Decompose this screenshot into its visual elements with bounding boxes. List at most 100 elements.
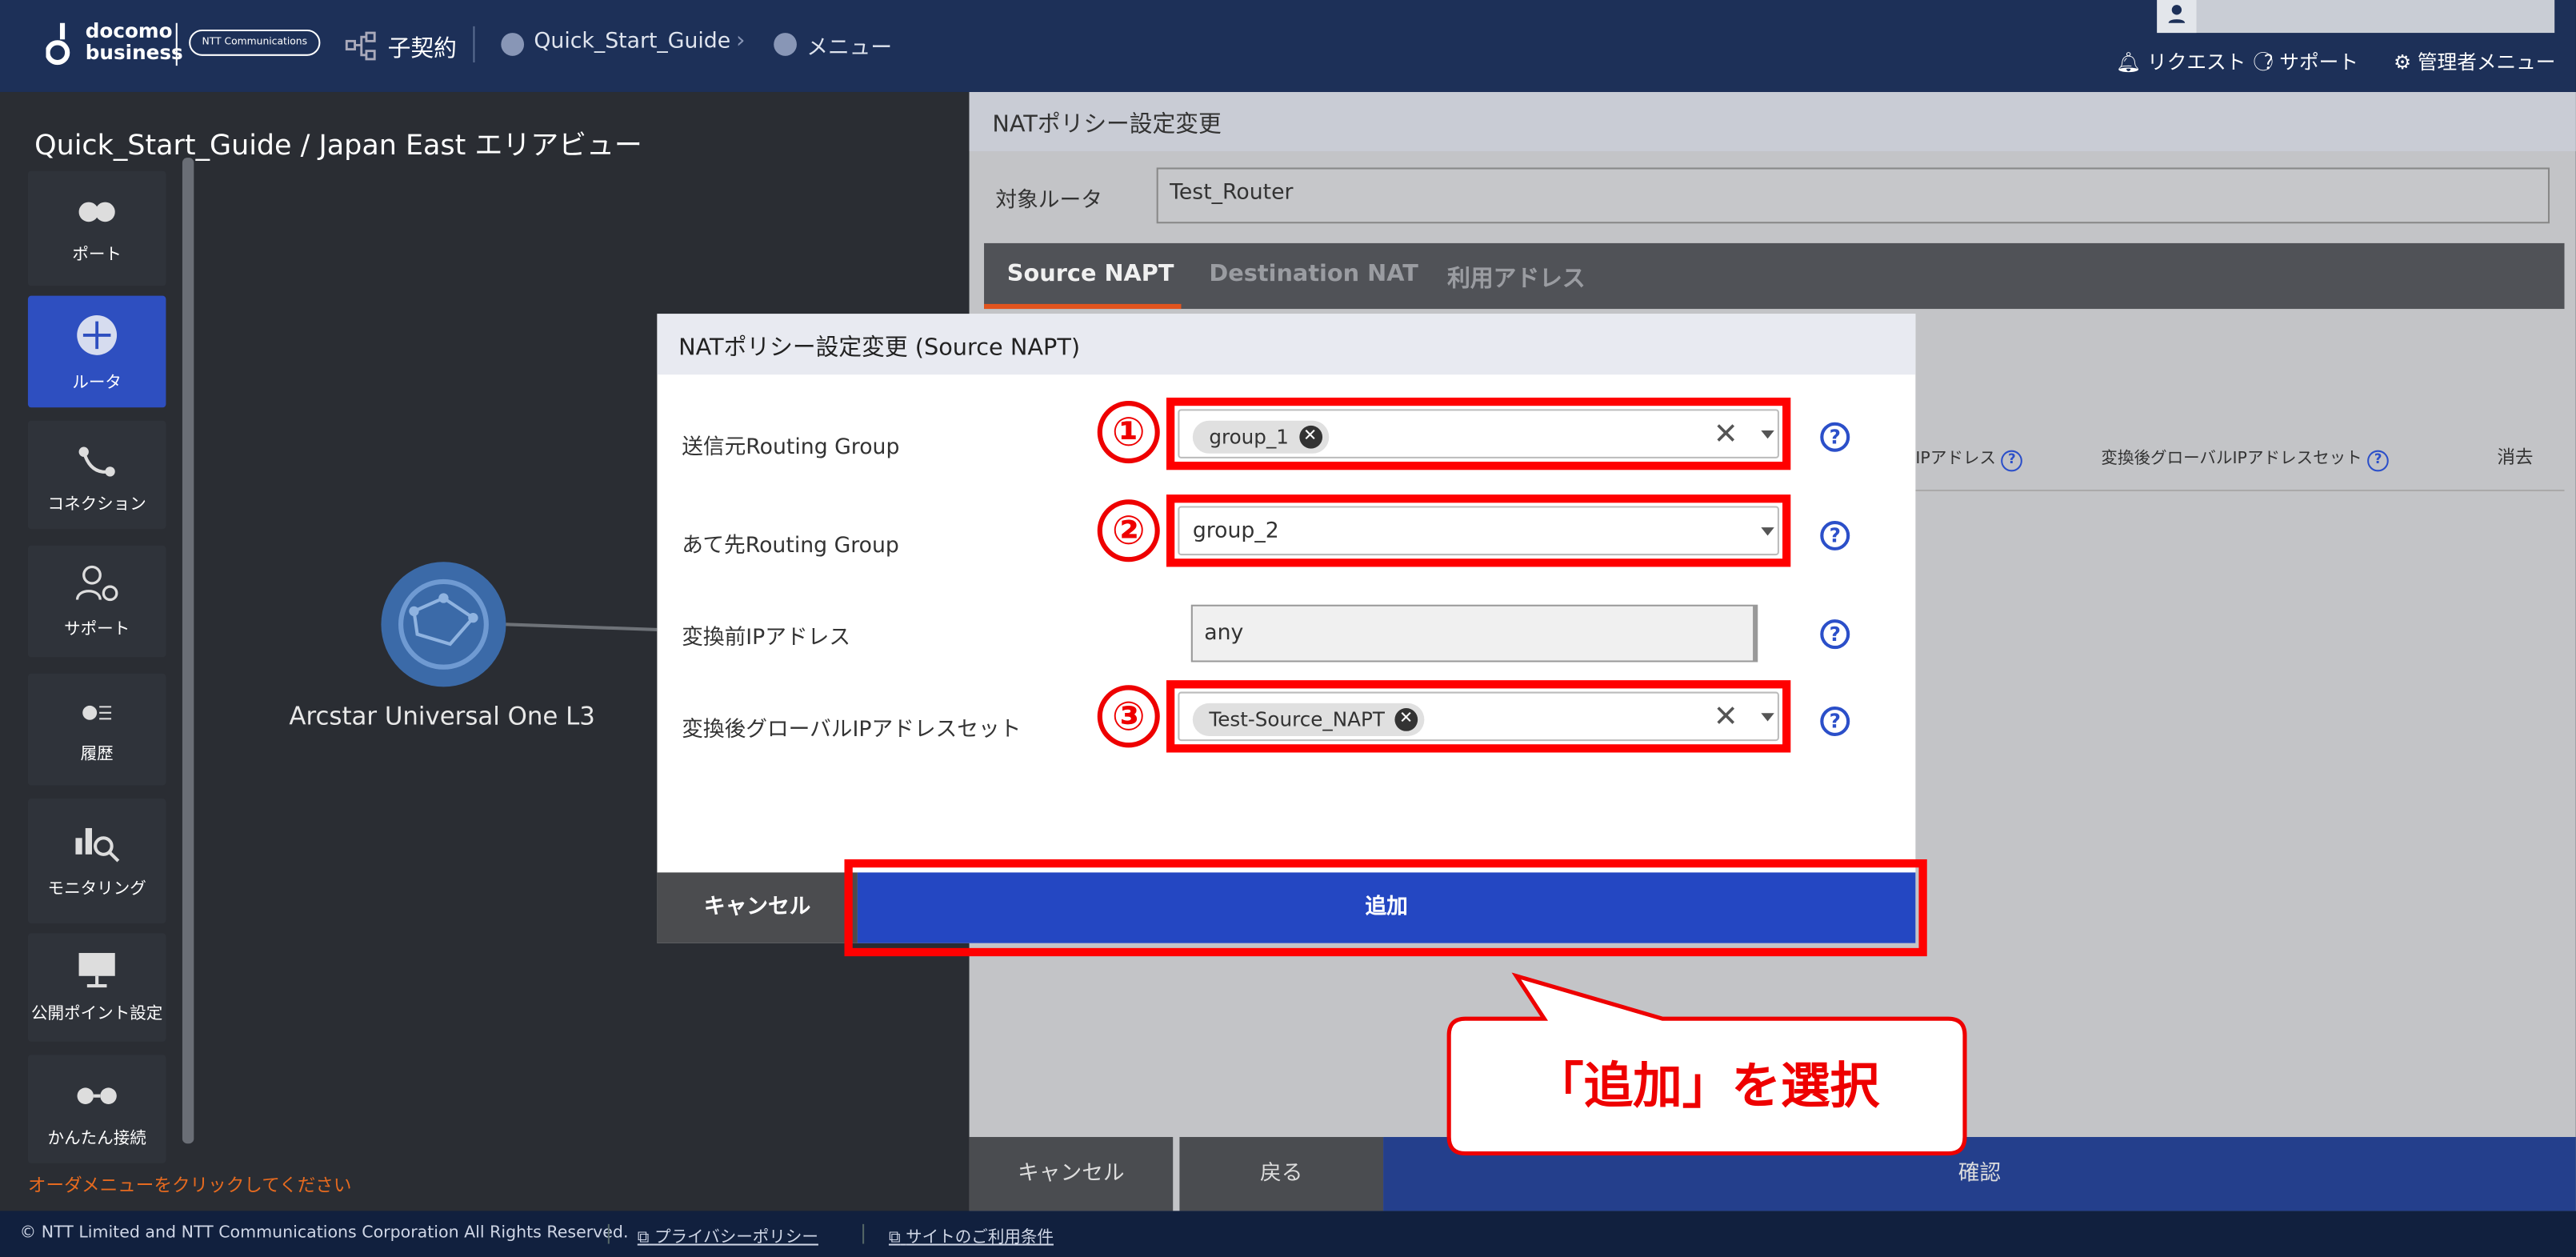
pre-ip-label: 変換前IPアドレス bbox=[682, 626, 851, 651]
help-icon[interactable]: ? bbox=[1820, 422, 1850, 452]
request-link[interactable]: 🔔︎ リクエスト bbox=[2116, 48, 2246, 76]
footer-divider bbox=[862, 1223, 865, 1244]
router-icon bbox=[77, 314, 118, 355]
gear-icon: ⚙ bbox=[2393, 50, 2412, 74]
nav-item-port[interactable]: ポート bbox=[27, 170, 166, 286]
help-icon[interactable]: ? bbox=[2001, 450, 2023, 472]
help-icon[interactable]: ? bbox=[1820, 619, 1850, 650]
port-icon bbox=[78, 202, 115, 222]
post-ip-set-select[interactable]: Test-Source_NAPT ✕ ✕ bbox=[1178, 691, 1779, 742]
source-group-label: 送信元Routing Group bbox=[682, 435, 900, 460]
header-divider bbox=[473, 26, 475, 63]
help-icon[interactable]: ? bbox=[2367, 450, 2389, 472]
help-circle-icon: ?⃝ bbox=[2263, 50, 2274, 74]
footer-divider bbox=[607, 1223, 610, 1244]
step-1-marker: ① bbox=[1097, 401, 1160, 464]
docomo-logo-icon bbox=[45, 20, 75, 70]
area-view-title: Quick_Start_Guide / Japan East エリアビュー bbox=[34, 130, 642, 163]
source-napt-dialog: NATポリシー設定変更 (Source NAPT) 送信元Routing Gro… bbox=[657, 314, 1916, 943]
panel-title: NATポリシー設定変更 bbox=[992, 111, 1222, 138]
nav-item-public-point[interactable]: 公開ポイント設定 bbox=[27, 933, 166, 1042]
chevron-circle-icon bbox=[501, 33, 525, 56]
tab-active-underline bbox=[984, 303, 1182, 310]
support-link[interactable]: ?⃝ サポート bbox=[2264, 48, 2358, 76]
table-divider bbox=[1915, 489, 2565, 491]
admin-menu-link[interactable]: ⚙ 管理者メニュー bbox=[2394, 48, 2555, 76]
breadcrumb-project[interactable]: Quick_Start_Guide bbox=[534, 30, 730, 54]
user-icon bbox=[2157, 0, 2197, 34]
dialog-title: NATポリシー設定変更 (Source NAPT) bbox=[678, 334, 1081, 362]
dropdown-arrow-icon[interactable] bbox=[1761, 527, 1774, 536]
ntt-logo: NTT Communications bbox=[189, 29, 321, 56]
logo-divider bbox=[175, 22, 178, 66]
col-header-global-set: 変換後グローバルIPアドレスセット ? bbox=[2101, 443, 2389, 472]
dest-group-value: group_2 bbox=[1192, 518, 1279, 544]
pre-ip-value: any bbox=[1204, 621, 1244, 647]
connection-line bbox=[506, 622, 658, 631]
l3-network-node[interactable] bbox=[381, 562, 506, 687]
col-header-delete: 消去 bbox=[2497, 446, 2534, 469]
sub-contract-icon bbox=[345, 31, 378, 61]
l3-node-label: Arcstar Universal One L3 bbox=[289, 701, 595, 731]
source-group-select[interactable]: group_1 ✕ ✕ bbox=[1178, 409, 1779, 458]
col-header-ip: IPアドレス ? bbox=[1915, 443, 2023, 472]
sub-contract-link[interactable]: 子契約 bbox=[388, 31, 457, 64]
easy-connect-icon bbox=[77, 1087, 117, 1104]
connection-icon bbox=[78, 446, 115, 477]
nav-item-monitoring[interactable]: モニタリング bbox=[27, 799, 166, 924]
support-icon bbox=[75, 565, 118, 602]
nav-item-support[interactable]: サポート bbox=[27, 545, 166, 658]
footer: © NTT Limited and NTT Communications Cor… bbox=[0, 1211, 2576, 1257]
history-icon bbox=[82, 705, 112, 720]
tab-destination-nat[interactable]: Destination NAT bbox=[1209, 262, 1418, 288]
dest-group-select[interactable]: group_2 bbox=[1178, 506, 1779, 556]
chevron-circle-icon bbox=[774, 33, 797, 56]
clear-icon[interactable]: ✕ bbox=[1714, 700, 1738, 735]
logo-text-top: docomo bbox=[85, 19, 173, 43]
copyright-text: © NTT Limited and NTT Communications Cor… bbox=[19, 1223, 629, 1243]
bell-icon: 🔔︎ bbox=[2115, 50, 2142, 74]
privacy-link[interactable]: ⧉ プライバシーポリシー bbox=[638, 1223, 818, 1247]
nav-item-connection[interactable]: コネクション bbox=[27, 420, 166, 530]
panel-back-button[interactable]: 戻る bbox=[1179, 1137, 1384, 1211]
order-menu-hint: オーダメニューをクリックしてください bbox=[27, 1175, 352, 1196]
panel-cancel-button[interactable]: キャンセル bbox=[969, 1137, 1174, 1211]
dest-group-label: あて先Routing Group bbox=[682, 534, 899, 559]
logo-text-bottom: business bbox=[85, 41, 183, 65]
nav-item-easy-connect[interactable]: かんたん接続 bbox=[27, 1055, 166, 1163]
dropdown-arrow-icon[interactable] bbox=[1761, 430, 1774, 439]
remove-chip-icon[interactable]: ✕ bbox=[1394, 708, 1418, 731]
external-link-icon: ⧉ bbox=[888, 1229, 901, 1247]
breadcrumb-menu[interactable]: メニュー bbox=[806, 30, 892, 61]
help-icon[interactable]: ? bbox=[1820, 707, 1850, 736]
post-ip-set-label: 変換後グローバルIPアドレスセット bbox=[682, 718, 1022, 743]
dropdown-arrow-icon[interactable] bbox=[1761, 713, 1774, 722]
dialog-cancel-button[interactable]: キャンセル bbox=[657, 872, 858, 943]
post-ip-set-chip: Test-Source_NAPT ✕ bbox=[1192, 702, 1425, 736]
public-point-icon bbox=[78, 953, 115, 988]
nav-scrollbar[interactable] bbox=[182, 158, 194, 1144]
step-2-marker: ② bbox=[1097, 499, 1160, 562]
help-icon[interactable]: ? bbox=[1820, 520, 1850, 550]
dialog-add-button[interactable]: 追加 bbox=[857, 872, 1916, 943]
top-header: docomo business NTT Communications 子契約 Q… bbox=[0, 0, 2576, 92]
monitoring-icon bbox=[75, 827, 120, 863]
terms-link[interactable]: ⧉ サイトのご利用条件 bbox=[889, 1223, 1054, 1247]
user-box[interactable] bbox=[2157, 0, 2555, 34]
external-link-icon: ⧉ bbox=[637, 1229, 650, 1247]
pre-ip-field: any bbox=[1190, 604, 1758, 663]
router-field bbox=[1156, 167, 2550, 224]
breadcrumb-separator-icon: › bbox=[735, 27, 746, 54]
source-group-chip: group_1 ✕ bbox=[1192, 419, 1329, 454]
router-value: Test_Router bbox=[1170, 180, 1294, 206]
nav-item-router[interactable]: ルータ bbox=[27, 295, 166, 408]
nav-item-history[interactable]: 履歴 bbox=[27, 673, 166, 786]
clear-icon[interactable]: ✕ bbox=[1714, 418, 1738, 452]
network-globe-icon bbox=[398, 578, 489, 670]
router-label: 対象ルータ bbox=[995, 189, 1102, 214]
tab-source-napt[interactable]: Source NAPT bbox=[1007, 262, 1174, 288]
remove-chip-icon[interactable]: ✕ bbox=[1298, 425, 1322, 449]
callout-text: 「追加」を選択 bbox=[1534, 1058, 1880, 1116]
tab-used-addresses[interactable]: 利用アドレス bbox=[1447, 262, 1585, 294]
step-3-marker: ③ bbox=[1097, 685, 1160, 748]
